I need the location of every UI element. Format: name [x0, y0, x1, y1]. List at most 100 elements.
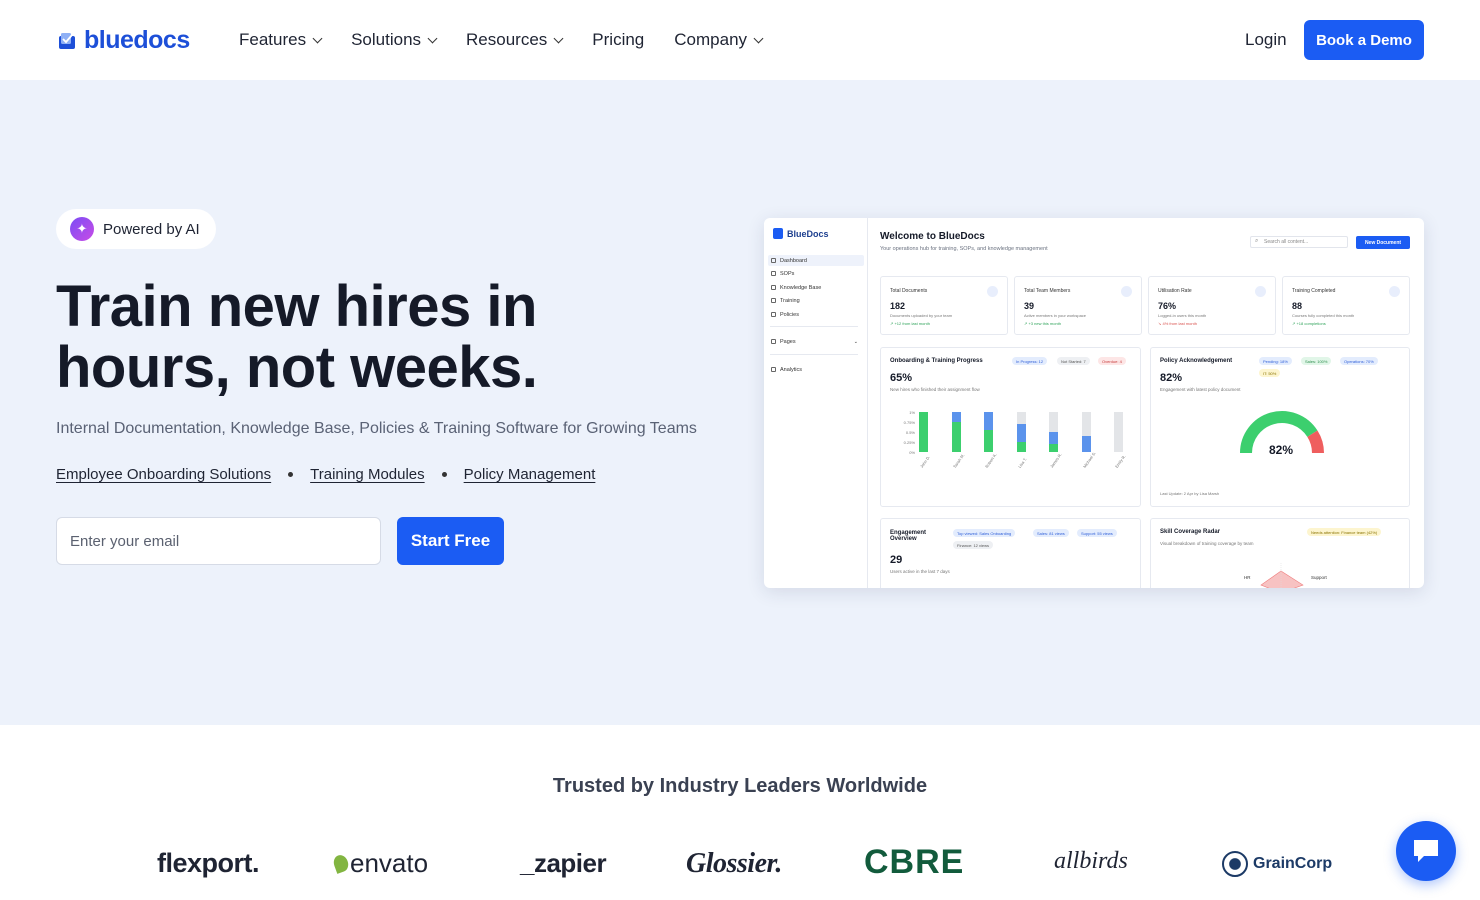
menu-resources[interactable]: Resources: [466, 30, 564, 50]
headline-line-2: hours, not weeks.: [56, 335, 538, 400]
document-icon: [773, 228, 783, 239]
book-demo-button[interactable]: Book a Demo: [1304, 20, 1424, 60]
hero-subtitle: Internal Documentation, Knowledge Base, …: [56, 420, 697, 437]
dashboard-title: Welcome to BlueDocs: [880, 231, 985, 242]
menu-solutions[interactable]: Solutions: [351, 30, 438, 50]
menu-company[interactable]: Company: [674, 30, 764, 50]
sidebar-item-analytics[interactable]: Analytics: [768, 364, 864, 375]
stat-label: Total Documents: [890, 288, 928, 294]
status-pill: Support: 55 views: [1077, 529, 1117, 537]
link-policy-management[interactable]: Policy Management: [464, 466, 596, 483]
link-employee-onboarding[interactable]: Employee Onboarding Solutions: [56, 466, 271, 483]
envato-logo: envato: [331, 848, 429, 879]
allbirds-logo: allbirds: [1054, 848, 1128, 874]
sidebar-label: Policies: [780, 311, 799, 318]
status-pill: IT: 50%: [1259, 369, 1281, 377]
gauge-label: 82%: [1268, 443, 1294, 457]
sidebar-label: Knowledge Base: [780, 284, 822, 291]
stat-value: 39: [1024, 301, 1035, 311]
card-title-line: Overview: [890, 536, 917, 542]
bar-segment-in-progress: [1049, 432, 1058, 444]
y-tick-label: 0.5%: [905, 430, 915, 435]
email-input[interactable]: [56, 517, 381, 565]
bar-segment-completed: [1049, 444, 1058, 452]
sidebar-label: Training: [780, 297, 800, 304]
headline-line-1: Train new hires in: [56, 274, 537, 339]
bluedocs-logo-icon: [59, 32, 75, 49]
sidebar-divider: [770, 326, 858, 327]
stat-trend: ↗ +12 from last month: [890, 321, 930, 326]
shield-icon: [771, 312, 776, 317]
card-title: Skill Coverage Radar: [1160, 529, 1221, 535]
new-document-button[interactable]: New Document: [1356, 236, 1410, 249]
stat-trend: ↘ 4% from last month: [1158, 321, 1197, 326]
menu-pricing[interactable]: Pricing: [592, 30, 644, 50]
stat-card: Training Completed 88 Courses fully comp…: [1282, 276, 1410, 335]
bar-segment-completed: [984, 430, 993, 452]
menu-pricing-label: Pricing: [592, 30, 645, 49]
bar-segment-not-started: [1049, 412, 1058, 432]
graincorp-logo: GrainCorp: [1222, 851, 1332, 877]
bar-segment-not-started: [1081, 412, 1091, 436]
sidebar-item-training[interactable]: Training: [768, 295, 864, 306]
link-training-modules[interactable]: Training Modules: [310, 466, 425, 483]
stat-value: 88: [1292, 301, 1303, 311]
users-icon: [1121, 286, 1132, 297]
sidebar-item-dashboard[interactable]: Dashboard: [768, 255, 864, 266]
card-desc: Engagement with latest policy document: [1160, 387, 1241, 392]
chat-widget-button[interactable]: [1396, 821, 1456, 881]
envato-text: envato: [350, 848, 429, 878]
sidebar-item-sops[interactable]: SOPs: [768, 268, 864, 279]
glossier-logo: Glossier.: [686, 848, 782, 879]
site-logo[interactable]: bluedocs: [58, 26, 190, 55]
login-link[interactable]: Login: [1245, 30, 1287, 50]
status-pill: Sales: 81 views: [1033, 529, 1069, 537]
bar-segment-in-progress: [1081, 436, 1091, 452]
menu-company-label: Company: [674, 30, 748, 49]
bullet-separator: [441, 472, 447, 477]
powered-by-ai-badge: ✦ Powered by AI: [56, 209, 216, 249]
stat-label: Utilisation Rate: [1158, 288, 1192, 294]
bar-segment-in-progress: [984, 412, 993, 430]
calendar-icon: [1255, 286, 1266, 297]
file-icon: [771, 271, 776, 276]
sidebar-item-policies[interactable]: Policies: [768, 309, 864, 320]
y-tick-label: 0.25%: [903, 440, 915, 445]
status-pill: Top viewed: Sales Onboarding: [953, 529, 1016, 537]
stat-label: Training Completed: [1292, 288, 1336, 294]
start-free-button[interactable]: Start Free: [397, 517, 504, 565]
chevron-down-icon: [553, 33, 564, 43]
chevron-down-icon: [427, 33, 438, 43]
graincorp-emblem-icon: [1222, 851, 1248, 877]
cbre-logo: CBRE: [864, 843, 965, 881]
stat-desc: Logged-in users this month: [1158, 313, 1207, 318]
logo-text: bluedocs: [84, 26, 190, 54]
card-value: 82%: [1160, 372, 1183, 384]
y-tick-label: 0%: [909, 450, 915, 455]
sidebar-item-pages[interactable]: Pages ⌄: [768, 336, 858, 347]
x-tick-label: Lisa T.: [1016, 456, 1028, 469]
document-icon: [987, 286, 998, 297]
dashboard-search[interactable]: ⌕ Search all content...: [1250, 236, 1348, 248]
x-tick-label: Michael S.: [1081, 450, 1097, 469]
stat-card: Total Documents 182 Documents uploaded b…: [880, 276, 1008, 335]
menu-solutions-label: Solutions: [351, 30, 422, 49]
menu-resources-label: Resources: [466, 30, 548, 49]
sidebar-label: Pages: [780, 338, 796, 345]
sidebar-item-knowledge-base[interactable]: Knowledge Base: [768, 282, 864, 293]
bar-segment-in-progress: [1016, 424, 1026, 442]
page-icon: [771, 339, 776, 344]
menu-features[interactable]: Features: [239, 30, 323, 50]
y-tick-label: 1%: [909, 410, 915, 415]
x-tick-label: Robert K.: [984, 452, 998, 469]
bar-segment-completed: [951, 422, 961, 452]
bar-stack: [1049, 412, 1058, 452]
skill-coverage-radar-card: Skill Coverage Radar Visual breakdown of…: [1150, 518, 1410, 588]
book-icon: [771, 285, 776, 290]
bar-stack: [951, 412, 961, 452]
chart-icon: [771, 367, 776, 372]
dashboard-subtitle: Your operations hub for training, SOPs, …: [880, 246, 1048, 252]
badge-label: Powered by AI: [103, 220, 200, 238]
x-tick-label: James R.: [1049, 452, 1063, 469]
search-placeholder: Search all content...: [1264, 239, 1309, 245]
